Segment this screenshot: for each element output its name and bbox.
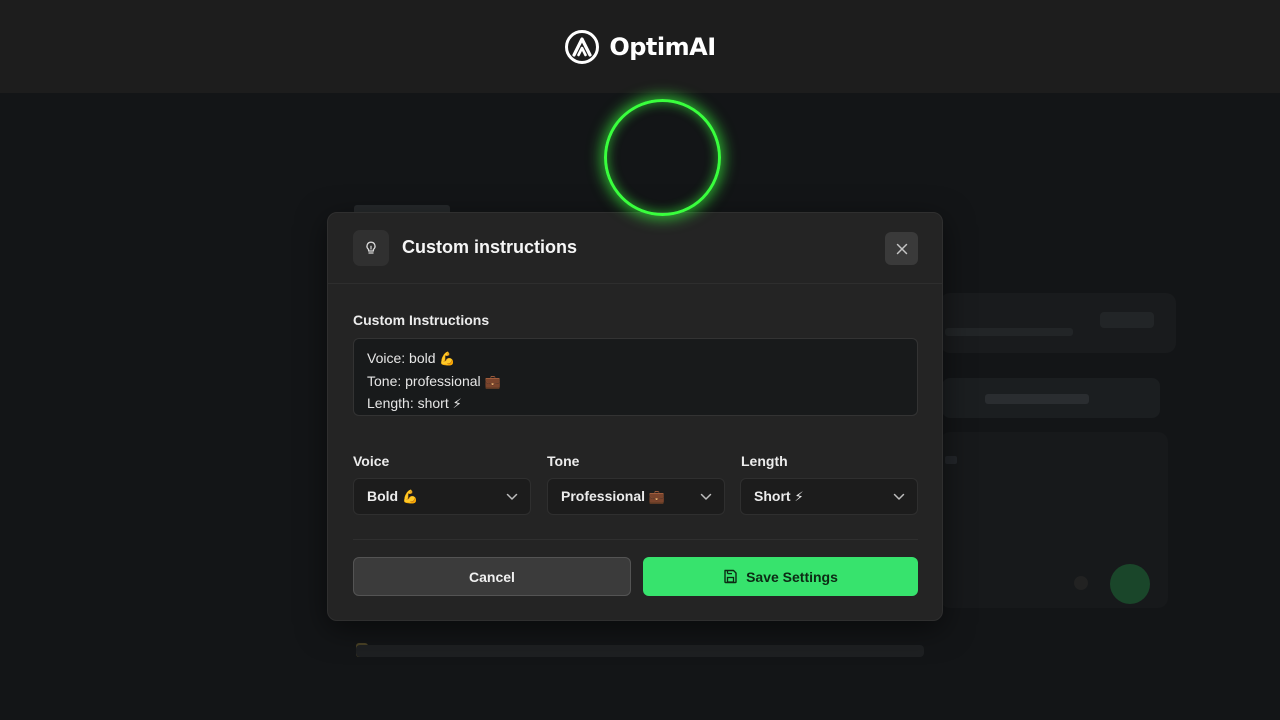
- modal-header: Custom instructions: [328, 213, 942, 284]
- bg-attach-icon: [1074, 576, 1088, 590]
- brand-name: OptimAI: [609, 32, 716, 61]
- lightbulb-icon: [366, 241, 376, 254]
- recording-indicator-ring: [604, 99, 721, 216]
- length-label: Length: [741, 453, 788, 469]
- voice-select[interactable]: Bold 💪: [353, 478, 531, 515]
- close-button[interactable]: [885, 232, 918, 265]
- custom-instructions-textarea[interactable]: Voice: bold 💪 Tone: professional 💼 Lengt…: [353, 338, 918, 416]
- top-bar: OptimAI: [0, 0, 1280, 93]
- briefcase-icon: 💼: [648, 490, 666, 505]
- chevron-down-icon: [893, 493, 905, 500]
- save-settings-button[interactable]: Save Settings: [643, 557, 918, 596]
- modal-title: Custom instructions: [402, 237, 578, 257]
- custom-instructions-modal: Custom instructions Custom Instructions …: [327, 212, 943, 621]
- chevron-down-icon: [506, 493, 518, 500]
- instruction-line: Length: short ⚡: [367, 395, 462, 412]
- tone-label: Tone: [547, 453, 580, 469]
- optimai-logo-icon: [565, 29, 600, 64]
- save-settings-label: Save Settings: [746, 568, 838, 585]
- briefcase-icon: 💼: [484, 374, 501, 390]
- lightning-icon: ⚡: [794, 490, 804, 505]
- flexed-biceps-icon: 💪: [402, 490, 419, 505]
- bg-action-bar-text: [985, 394, 1089, 404]
- lightning-icon: ⚡: [452, 397, 462, 412]
- tone-select-value: Professional 💼: [561, 488, 666, 505]
- voice-label: Voice: [353, 453, 390, 469]
- instruction-line: Tone: professional 💼: [367, 372, 501, 390]
- tone-select[interactable]: Professional 💼: [547, 478, 725, 515]
- floppy-disk-icon: [724, 569, 737, 584]
- modal-divider: [353, 539, 918, 540]
- cancel-button[interactable]: Cancel: [353, 557, 631, 596]
- bg-card-button: [1100, 312, 1154, 328]
- flexed-biceps-icon: 💪: [439, 352, 456, 367]
- length-select-value: Short ⚡: [754, 488, 804, 505]
- instruction-line: Voice: bold 💪: [367, 350, 456, 367]
- close-icon: [896, 243, 907, 254]
- custom-instructions-label: Custom Instructions: [353, 312, 490, 328]
- bg-tip-text: [356, 645, 924, 657]
- bg-card-text: [945, 328, 1073, 336]
- bg-chat-panel-text: [945, 456, 957, 464]
- length-select[interactable]: Short ⚡: [740, 478, 918, 515]
- chevron-down-icon: [700, 493, 712, 500]
- bg-send-button: [1110, 564, 1150, 604]
- modal-icon-box: [353, 230, 389, 266]
- voice-select-value: Bold 💪: [367, 488, 419, 505]
